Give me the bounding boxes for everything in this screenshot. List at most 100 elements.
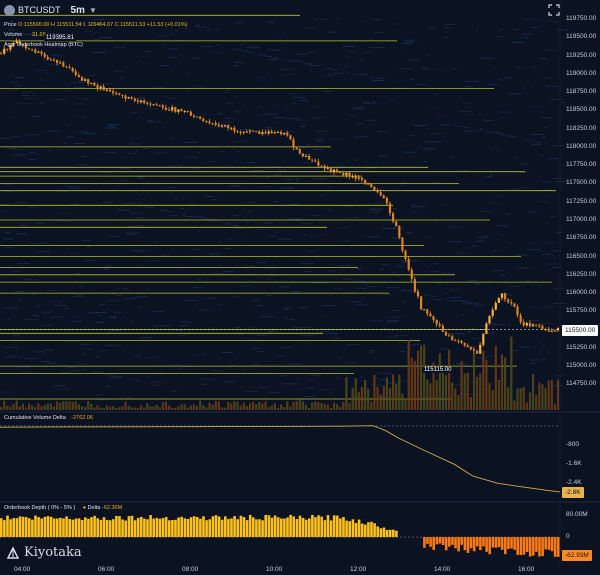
heatmap-cell [402, 290, 413, 291]
heatmap-legend[interactable]: Agg. Orderbook Heatmap (BTC) [4, 42, 83, 48]
volume-bar [516, 388, 518, 410]
heatmap-cell [306, 388, 314, 389]
heatmap-cell [164, 153, 169, 154]
heatmap-cell [138, 217, 144, 218]
heatmap-cell [289, 219, 302, 220]
volume-legend[interactable]: Volume 31.65 [4, 32, 46, 38]
chart-stage[interactable] [0, 0, 600, 575]
candle-body [143, 101, 145, 104]
candle-body [84, 79, 86, 81]
heatmap-cell [8, 29, 15, 30]
candle-body [308, 156, 310, 160]
heatmap-cell [277, 38, 282, 39]
timeframe-selector[interactable]: 5m [71, 5, 85, 16]
heatmap-cell [366, 237, 379, 238]
depth-bid-bar [47, 516, 50, 537]
heatmap-cell [234, 22, 243, 23]
price-legend[interactable]: Price O 115500.00 H 115511.54 L 115464.0… [4, 22, 187, 28]
heatmap-cell [483, 236, 489, 237]
heatmap-cell [328, 32, 336, 33]
volume-bar [395, 384, 397, 410]
heatmap-cell [212, 199, 217, 200]
heatmap-cell [166, 97, 168, 98]
heatmap-cell [160, 65, 170, 66]
heatmap-cell [371, 210, 380, 211]
heatmap-cell [50, 317, 64, 318]
depth-bid-bar [177, 518, 180, 538]
heatmap-cell [450, 297, 461, 298]
heatmap-cell [382, 264, 390, 265]
heatmap-cell [378, 131, 390, 132]
candle-body [215, 123, 217, 125]
heatmap-cell [82, 240, 90, 241]
candle-body [230, 128, 232, 129]
volume-bar [411, 358, 413, 411]
heatmap-cell [263, 186, 270, 187]
heatmap-cell [209, 254, 220, 255]
depth-bid-bar [115, 516, 118, 537]
volume-bar [22, 404, 24, 410]
depth-ask-bar [464, 537, 467, 550]
heatmap-cell [494, 146, 497, 147]
depth-legend[interactable]: Orderbook Depth ( 0% - 5% ) ● Delta -62.… [4, 505, 122, 511]
volume-bar [389, 388, 391, 410]
heatmap-cell [37, 251, 50, 252]
heatmap-cell [245, 391, 259, 392]
heatmap-cell [51, 302, 62, 303]
volume-bar [240, 405, 242, 410]
heatmap-cell [273, 117, 285, 118]
depth-bid-bar [25, 517, 28, 537]
heatmap-cell [275, 105, 277, 106]
heatmap-cell [495, 133, 504, 134]
heatmap-cell [288, 61, 302, 62]
heatmap-cell [400, 43, 413, 44]
candle-body [34, 50, 36, 53]
heatmap-cell [519, 37, 528, 38]
heatmap-cell [393, 208, 397, 209]
depth-bid-bar [392, 530, 395, 537]
volume-bar [78, 404, 80, 410]
heatmap-cell [540, 155, 544, 156]
heatmap-cell [233, 225, 238, 226]
time-axis-tick: 12:00 [350, 566, 366, 573]
heatmap-cell [365, 283, 371, 284]
chevron-down-icon[interactable]: ▼ [89, 6, 97, 15]
heatmap-cell [99, 37, 112, 38]
volume-bar [420, 346, 422, 410]
heatmap-cell [526, 81, 530, 82]
heatmap-cell [196, 27, 210, 28]
depth-bid-bar [305, 520, 308, 537]
fullscreen-icon[interactable] [548, 4, 560, 16]
depth-ask-bar [451, 537, 454, 545]
heatmap-cell [316, 139, 326, 140]
heatmap-cell [508, 93, 521, 94]
volume-bar [28, 404, 30, 411]
cvd-axis-tick: -2.4K [566, 479, 582, 486]
depth-bid-bar [333, 515, 336, 537]
heatmap-cell [138, 206, 149, 207]
heatmap-cell [195, 86, 204, 87]
heatmap-cell [403, 40, 417, 41]
candle-body [236, 131, 238, 132]
heatmap-cell [438, 115, 442, 116]
heatmap-cell [71, 296, 83, 297]
heatmap-cell [337, 241, 342, 242]
heatmap-cell [461, 315, 464, 316]
heatmap-cell [405, 232, 414, 233]
heatmap-cell [208, 161, 216, 162]
volume-bar [255, 404, 257, 410]
heatmap-cell [516, 67, 522, 68]
symbol-label[interactable]: BTCUSDT [18, 5, 61, 15]
heatmap-cell [519, 187, 530, 188]
heatmap-cell [255, 262, 266, 263]
depth-bid-bar [243, 517, 246, 537]
cvd-legend[interactable]: Cumulative Volume Delta -2762.06 [4, 415, 93, 421]
heatmap-cell [395, 335, 409, 336]
heatmap-cell [404, 152, 416, 153]
heatmap-cell [228, 238, 234, 239]
volume-bar [140, 405, 142, 410]
heatmap-cell [542, 359, 547, 360]
heatmap-cell [314, 179, 327, 180]
volume-bar [277, 408, 279, 410]
last-price-badge: 115500.00 [562, 325, 598, 336]
